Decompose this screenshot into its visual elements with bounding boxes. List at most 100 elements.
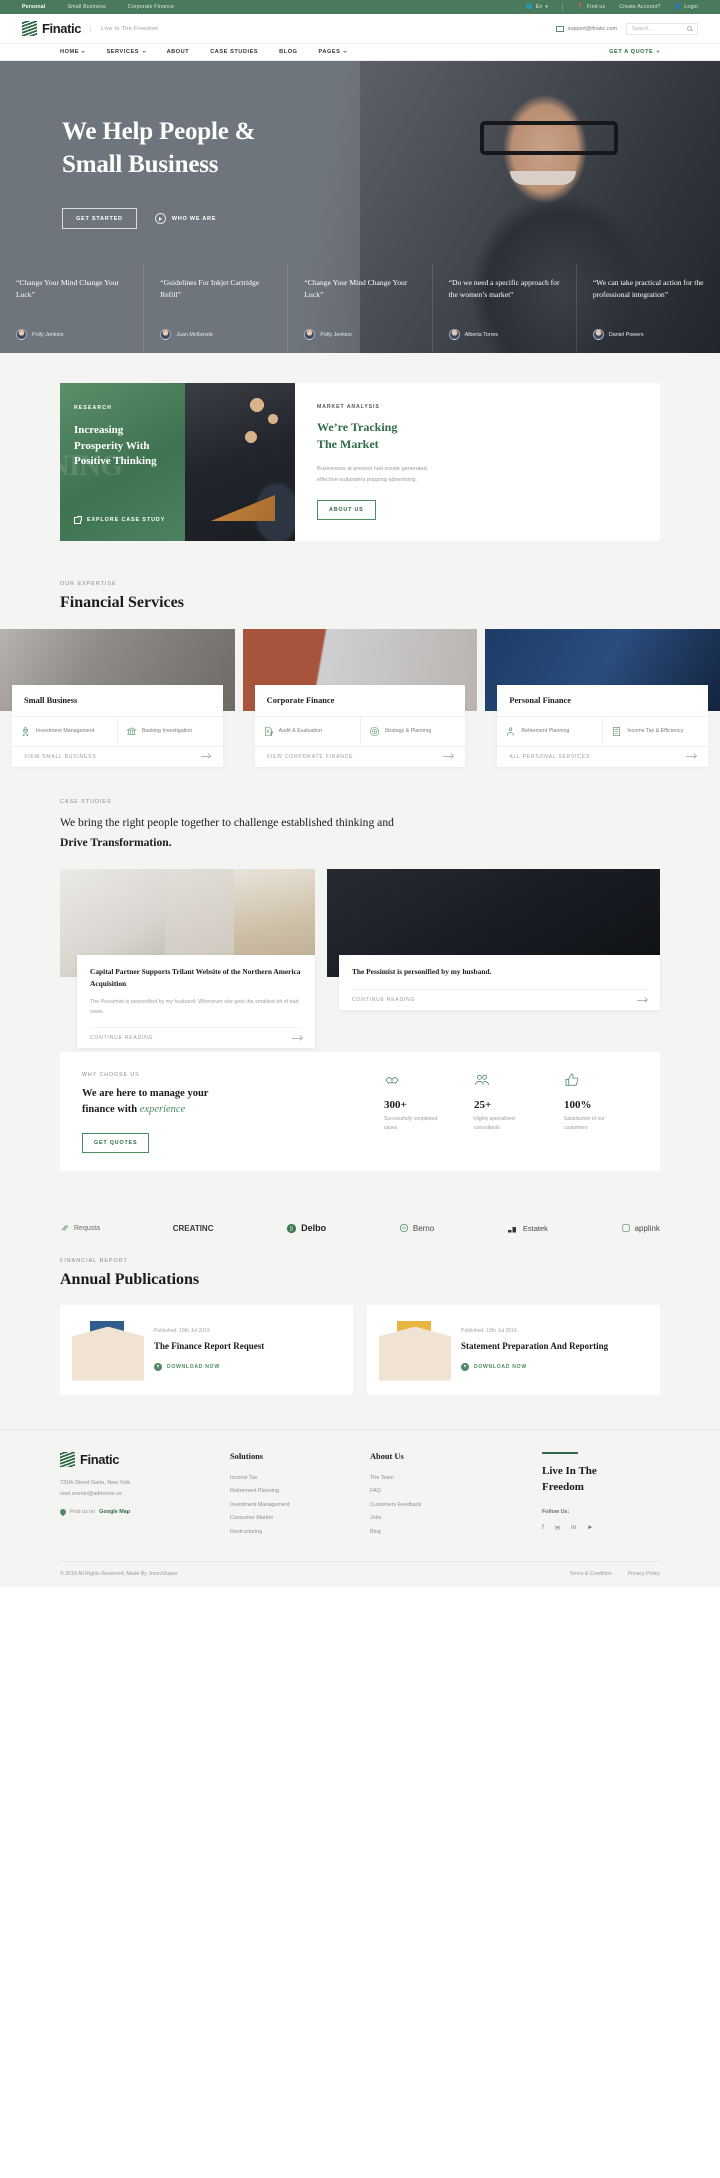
explore-label: EXPLORE CASE STUDY: [87, 517, 166, 524]
youtube-icon[interactable]: ►: [587, 1524, 593, 1532]
primary-navigation: HOME SERVICES ABOUT CASE STUDIES BLOG PA…: [0, 43, 720, 61]
tax-icon: [613, 727, 621, 736]
download-label: DOWNLOAD NOW: [167, 1364, 220, 1371]
service-link[interactable]: VIEW SMALL BUSINESS: [12, 745, 223, 767]
facebook-icon[interactable]: f: [542, 1524, 544, 1532]
research-card[interactable]: RESEARCH Increasing Prosperity With Posi…: [60, 383, 185, 541]
support-email[interactable]: support@finatic.com: [555, 25, 617, 32]
find-us-link[interactable]: 📍 Find us: [577, 4, 605, 10]
get-a-quote-button[interactable]: GET A QUOTE »: [609, 49, 660, 55]
terms-link[interactable]: Terms & Condition: [569, 1571, 611, 1577]
twitter-icon[interactable]: ✉: [555, 1524, 560, 1532]
privacy-link[interactable]: Privacy Policy: [628, 1571, 660, 1577]
nav-item-home[interactable]: HOME: [60, 49, 86, 55]
follow-us-label: Follow Us:: [542, 1509, 570, 1516]
service-feature-label: Investment Management: [36, 728, 95, 735]
brand-logo-requsta[interactable]: Requsta: [60, 1223, 100, 1233]
footer-link[interactable]: Retirement Planning: [230, 1485, 348, 1499]
case-studies-kicker: CASE STUDIES: [60, 798, 112, 805]
case-card-secondary[interactable]: The Pessimist is personified by my husba…: [327, 869, 660, 1011]
nav-item-services[interactable]: SERVICES: [106, 49, 146, 55]
download-icon: [154, 1363, 162, 1372]
publication-card[interactable]: Published: 18th Jul 2019 Statement Prepa…: [367, 1304, 660, 1395]
hero-title-line-2: Small Business: [62, 151, 219, 178]
services-title: Financial Services: [60, 593, 184, 611]
brand-logo-estatek[interactable]: Estatek: [507, 1223, 548, 1233]
download-now-link[interactable]: DOWNLOAD NOW: [154, 1363, 264, 1372]
service-feature[interactable]: Audit & Evaluation: [255, 717, 360, 746]
topbar-link-personal[interactable]: Personal: [22, 4, 46, 10]
service-link[interactable]: VIEW CORPORATE FINANCE: [254, 745, 466, 767]
brand-logo-row: Requsta CREATINC D Delbo Berno Estatek a…: [60, 1223, 660, 1234]
logo[interactable]: Finatic: [22, 21, 82, 36]
linkedin-icon[interactable]: in: [571, 1524, 576, 1532]
download-now-link[interactable]: DOWNLOAD NOW: [461, 1363, 608, 1372]
get-started-button[interactable]: GET STARTED: [62, 208, 137, 229]
search-input[interactable]: Search...: [626, 22, 698, 35]
publication-thumbnail: [379, 1319, 451, 1381]
service-feature[interactable]: Investment Management: [12, 717, 117, 746]
service-link[interactable]: ALL PERSONAL SERVICES: [497, 745, 709, 767]
who-we-are-video-button[interactable]: WHO WE ARE: [154, 213, 217, 224]
testimonial-item[interactable]: “We can take practical action for the pr…: [575, 263, 720, 353]
topbar-utilities: 🌐 En ▾ 📍 Find us Create Account? 👤 Login: [526, 3, 698, 11]
hero-testimonial-strip: “Change Your Mind Change Your Luck” Poll…: [0, 263, 720, 353]
brand-logo-creatinc[interactable]: CREATINC: [173, 1224, 214, 1233]
footer-link[interactable]: Restructuring: [230, 1526, 348, 1540]
service-feature[interactable]: Income Tax & Efficiency: [602, 716, 708, 746]
bank-icon: [126, 727, 137, 735]
nav-item-about[interactable]: ABOUT: [167, 49, 190, 55]
service-feature[interactable]: Strategy & Planning: [359, 716, 466, 746]
avatar: [592, 329, 604, 340]
topbar-link-corporate-finance[interactable]: Corporate Finance: [128, 4, 174, 10]
footer-link[interactable]: FAQ: [370, 1485, 488, 1499]
continue-reading-link[interactable]: CONTINUE READING: [352, 989, 647, 1010]
testimonial-item[interactable]: “Change Your Mind Change Your Luck” Poll…: [0, 263, 143, 353]
service-feature[interactable]: Retirement Planning: [497, 717, 602, 746]
nav-item-pages[interactable]: PAGES: [319, 49, 347, 55]
service-card-personal-finance[interactable]: Personal Finance Retirement Planning Inc…: [485, 628, 720, 767]
service-card-small-business[interactable]: Small Business Investment Management Ban…: [0, 628, 235, 767]
footer-link[interactable]: Income Tax: [230, 1472, 348, 1486]
login-link[interactable]: 👤 Login: [675, 4, 698, 10]
case-card-primary[interactable]: Capital Partner Supports Trilant Website…: [60, 869, 315, 1049]
continue-reading-link[interactable]: CONTINUE READING: [90, 1027, 302, 1048]
footer-link[interactable]: Customers Feedback: [370, 1499, 488, 1513]
get-quotes-button[interactable]: GET QUOTES: [82, 1132, 150, 1153]
footer-link[interactable]: The Team: [370, 1472, 488, 1486]
footer-link[interactable]: Investment Management: [230, 1499, 348, 1513]
nav-item-blog[interactable]: BLOG: [279, 49, 297, 55]
google-map-link[interactable]: Find us on Google Map: [58, 1508, 208, 1517]
about-us-button[interactable]: ABOUT US: [317, 499, 376, 520]
footer-link[interactable]: Blog: [370, 1526, 488, 1540]
service-feature[interactable]: Banking Investigation: [116, 716, 223, 746]
arrow-right-icon: [200, 756, 211, 758]
brand-logos-section: Requsta CREATINC D Delbo Berno Estatek a…: [0, 1200, 720, 1254]
brand-logo-berno[interactable]: Berno: [399, 1223, 434, 1233]
explore-case-study-link[interactable]: EXPLORE CASE STUDY: [74, 515, 166, 524]
footer-logo[interactable]: Finatic: [60, 1451, 208, 1467]
create-account-link[interactable]: Create Account?: [619, 4, 660, 10]
testimonial-item[interactable]: “Guidelines For Inkjet Cartridge Refill”…: [143, 263, 287, 353]
footer-link[interactable]: Consumer Market: [230, 1512, 348, 1526]
case-title: Capital Partner Supports Trilant Website…: [90, 967, 301, 989]
brand-logo-delbo[interactable]: D Delbo: [286, 1223, 326, 1234]
service-link-label: VIEW SMALL BUSINESS: [24, 753, 97, 760]
envelope-icon: [379, 1326, 451, 1381]
nav-item-case-studies[interactable]: CASE STUDIES: [210, 49, 258, 55]
research-kicker: RESEARCH: [74, 405, 112, 411]
publication-card[interactable]: Published: 18th Jul 2019 The Finance Rep…: [60, 1304, 353, 1395]
service-card-corporate-finance[interactable]: Corporate Finance Audit & Evaluation Str…: [242, 628, 478, 767]
footer-link[interactable]: Jobs: [370, 1512, 488, 1526]
promo-section: RESEARCH Increasing Prosperity With Posi…: [0, 353, 720, 575]
testimonial-item[interactable]: “Change Your Mind Change Your Luck” Poll…: [287, 263, 431, 353]
testimonial-item[interactable]: “Do we need a specific approach for the …: [431, 263, 576, 353]
service-feature-label: Banking Investigation: [141, 728, 193, 735]
site-footer: Finatic 731th Street Garte, New York noe…: [0, 1428, 720, 1588]
brand-logo-applink[interactable]: applink: [621, 1223, 660, 1233]
who-we-are-label: WHO WE ARE: [171, 215, 217, 222]
topbar-link-small-business[interactable]: Small Business: [68, 4, 106, 10]
nav-label: ABOUT: [166, 49, 190, 55]
brand-label: Requsta: [74, 1224, 101, 1232]
language-selector[interactable]: 🌐 En ▾: [526, 4, 548, 10]
